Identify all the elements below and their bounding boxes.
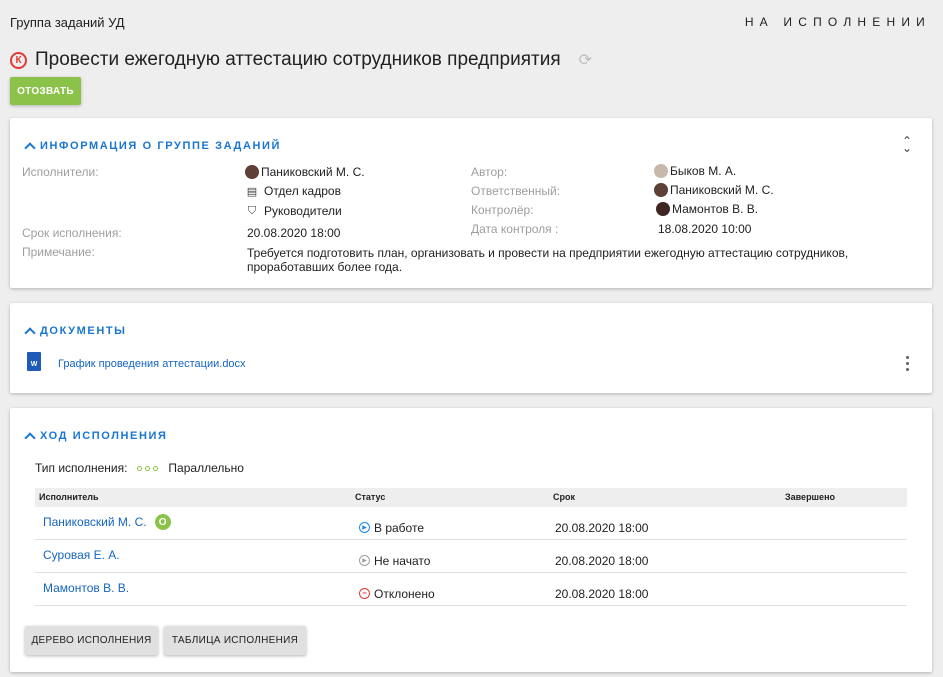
execution-tree-button[interactable]: ДЕРЕВО ИСПОЛНЕНИЯ [25,626,158,655]
avatar [656,202,670,216]
completed-cell [781,540,907,572]
recall-button[interactable]: ОТОЗВАТЬ [10,77,81,105]
progress-card: ХОД ИСПОЛНЕНИЯ Тип исполнения: Параллель… [10,408,932,672]
chevron-up-icon [24,142,36,154]
document-link[interactable]: График проведения аттестации.docx [58,358,246,370]
avatar [654,183,668,197]
execution-table-button[interactable]: ТАБЛИЦА ИСПОЛНЕНИЯ [164,626,306,655]
avatar [654,164,668,178]
chevron-up-icon [24,432,36,444]
responsible-badge: О [154,514,171,530]
task-status: НА ИСПОЛНЕНИИ [744,15,931,29]
performer-department[interactable]: ▤ Отдел кадров [245,184,341,198]
progress-header-title: ХОД ИСПОЛНЕНИЯ [40,430,168,442]
control-date-value: 18.08.2020 10:00 [658,222,752,236]
performers-label: Исполнители: [22,165,99,179]
exec-type-label: Тип исполнения: [35,461,128,475]
performer-name[interactable]: Паниковский М. С. [43,515,147,529]
chevron-up-icon [24,327,36,339]
department-icon: ▤ [246,185,258,198]
responsible-label: Ответственный: [471,184,561,198]
documents-header-toggle[interactable]: ДОКУМЕНТЫ [24,325,127,339]
task-type-badge: К [10,51,27,69]
group-title: Группа заданий УД [10,15,125,30]
author-value[interactable]: Быков М. А. [654,164,736,178]
progress-header-toggle[interactable]: ХОД ИСПОЛНЕНИЯ [24,430,168,444]
control-date-label: Дата контроля : [471,222,559,236]
performer-cell[interactable]: Мамонтов В. В. [35,573,351,605]
deadline-cell: 20.08.2020 18:00 [555,521,649,535]
performer-person[interactable]: Паниковский М. С. [245,165,365,179]
documents-card: ДОКУМЕНТЫ W График проведения аттестации… [10,303,932,393]
status-cell: ━ Отклонено [351,573,549,605]
more-options-icon[interactable] [906,356,910,374]
table-row[interactable]: Паниковский М. С. О ▶ В работе 20.08.202… [35,507,907,540]
info-card: ИНФОРМАЦИЯ О ГРУППЕ ЗАДАНИЙ ⌃ ⌄ Исполните… [10,118,932,288]
note-label: Примечание: [22,245,95,259]
word-file-icon: W [27,352,41,371]
deadline-label: Срок исполнения: [22,226,122,240]
performer-name[interactable]: Мамонтов В. В. [43,581,129,595]
performer-name[interactable]: Суровая Е. А. [43,548,120,562]
column-header[interactable]: Исполнитель [35,488,351,507]
group-icon: ⛉ [247,204,257,217]
avatar [245,165,259,179]
status-cell: ▶ В работе [351,507,549,539]
controller-value[interactable]: Мамонтов В. В. [656,202,758,216]
parallel-icon [137,465,159,471]
author-label: Автор: [471,165,508,179]
column-header[interactable]: Срок [549,488,781,507]
info-header-toggle[interactable]: ИНФОРМАЦИЯ О ГРУППЕ ЗАДАНИЙ [24,140,282,154]
column-header[interactable]: Статус [351,488,549,507]
exec-type: Тип исполнения: Параллельно [35,461,244,475]
progress-table: Исполнитель Статус Срок Завершено Панико… [35,488,907,606]
task-title-row: К Провести ежегодную аттестацию сотрудни… [10,47,592,73]
performer-cell[interactable]: Суровая Е. А. [35,540,351,572]
completed-cell [781,573,907,605]
performer-cell[interactable]: Паниковский М. С. О [35,507,351,539]
documents-header-title: ДОКУМЕНТЫ [40,325,127,337]
deadline-cell: 20.08.2020 18:00 [555,587,649,601]
status-text: Отклонено [374,587,435,601]
status-cell: ▶ Не начато [351,540,549,572]
performer-group[interactable]: ⛉ Руководители [245,204,342,218]
controller-label: Контролёр: [471,203,534,217]
not-started-icon: ▶ [359,555,370,566]
table-row[interactable]: Суровая Е. А. ▶ Не начато 20.08.2020 18:… [35,540,907,573]
refresh-icon[interactable]: ⟳ [579,50,592,70]
column-header[interactable]: Завершено [781,488,907,507]
in-progress-icon: ▶ [359,522,370,533]
completed-cell [781,507,907,539]
deadline-cell: 20.08.2020 18:00 [555,554,649,568]
table-row[interactable]: Мамонтов В. В. ━ Отклонено 20.08.2020 18… [35,573,907,606]
status-text: В работе [374,521,425,535]
status-text: Не начато [374,554,431,568]
deadline-value: 20.08.2020 18:00 [247,226,341,240]
table-header: Исполнитель Статус Срок Завершено [35,488,907,507]
responsible-value[interactable]: Паниковский М. С. [654,183,774,197]
info-header-title: ИНФОРМАЦИЯ О ГРУППЕ ЗАДАНИЙ [40,140,282,152]
rejected-icon: ━ [359,588,370,599]
expand-collapse-icon[interactable]: ⌃ ⌄ [902,135,912,154]
note-text: Требуется подготовить план, организовать… [247,246,849,274]
page-title: Провести ежегодную аттестацию сотруднико… [35,49,561,70]
top-bar: Группа заданий УД НА ИСПОЛНЕНИИ [0,0,943,44]
exec-type-value: Параллельно [168,461,244,475]
